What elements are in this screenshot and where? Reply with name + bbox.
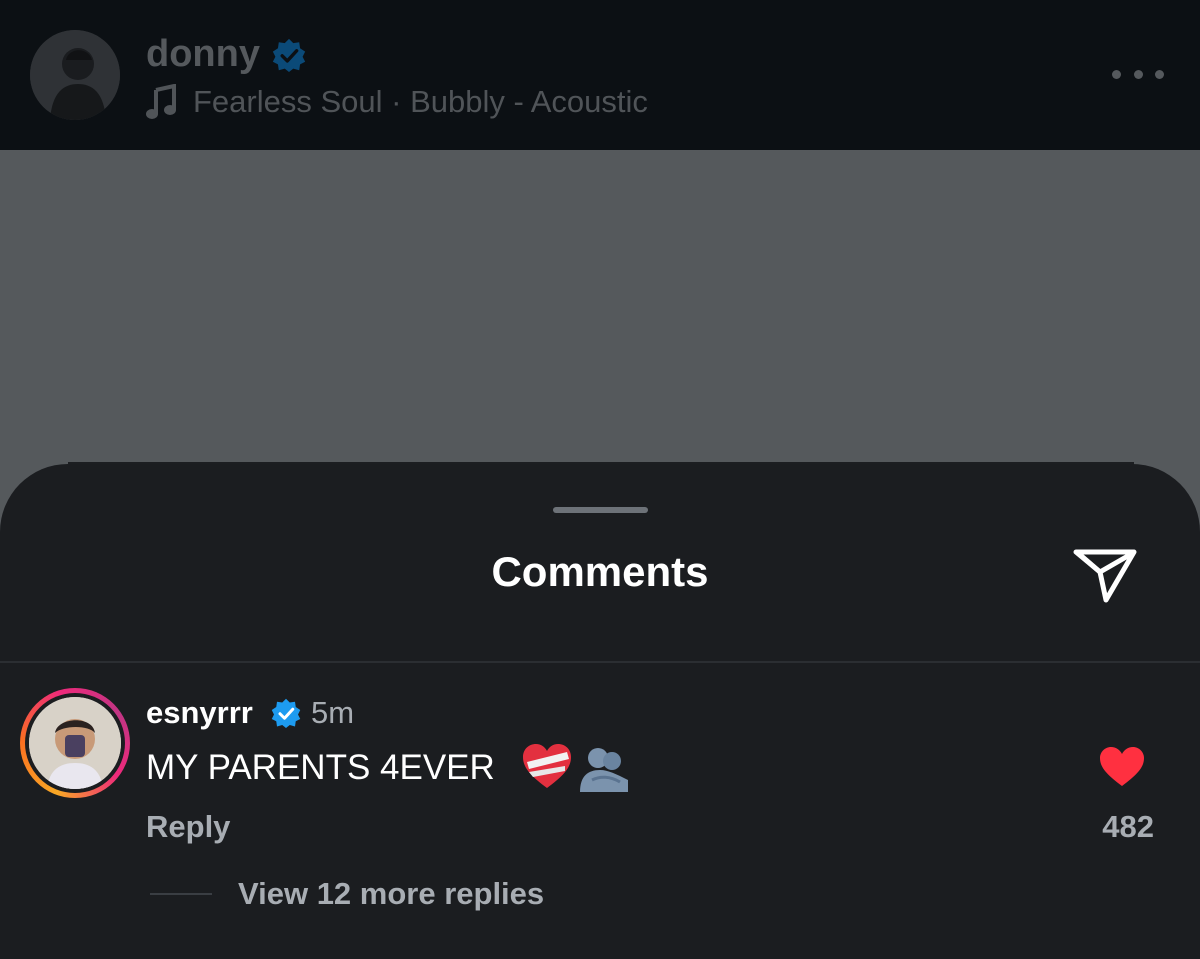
comments-sheet: Comments esnyrrr 5m MY PARENTS 4EVER Rep… [0, 464, 1200, 959]
more-dot [1155, 69, 1164, 79]
sheet-divider [0, 661, 1200, 663]
people-hugging-emoji [580, 748, 628, 792]
mending-heart-emoji [523, 744, 571, 788]
reply-button[interactable]: Reply [146, 808, 230, 846]
commenter-photo [29, 697, 121, 789]
post-header: donny Fearless Soul · Bubbly - Acoustic [0, 0, 1200, 150]
view-more-replies-button[interactable]: View 12 more replies [238, 875, 544, 913]
send-icon[interactable] [1070, 544, 1140, 606]
comment-timestamp: 5m [311, 695, 355, 730]
comment-text: MY PARENTS 4EVER [146, 748, 495, 787]
more-dot [1133, 69, 1143, 79]
commenter-avatar[interactable] [20, 688, 130, 798]
music-note-icon [146, 84, 176, 119]
verified-badge-icon [272, 38, 306, 72]
commenter-username[interactable]: esnyrrr [146, 694, 253, 732]
heart-filled-icon[interactable] [1098, 746, 1146, 788]
post-media-dimmed [0, 150, 1200, 466]
verified-badge-icon [271, 698, 301, 728]
comments-title: Comments [491, 548, 709, 595]
more-dot [1112, 69, 1121, 79]
post-author-username[interactable]: donny [146, 32, 260, 76]
like-count: 482 [1102, 809, 1154, 844]
more-options-button[interactable] [1108, 58, 1168, 90]
sheet-drag-handle[interactable] [553, 507, 648, 513]
post-author-avatar[interactable] [30, 30, 120, 120]
post-audio-label[interactable]: Fearless Soul · Bubbly - Acoustic [193, 82, 648, 122]
replies-connector-line [150, 893, 212, 895]
